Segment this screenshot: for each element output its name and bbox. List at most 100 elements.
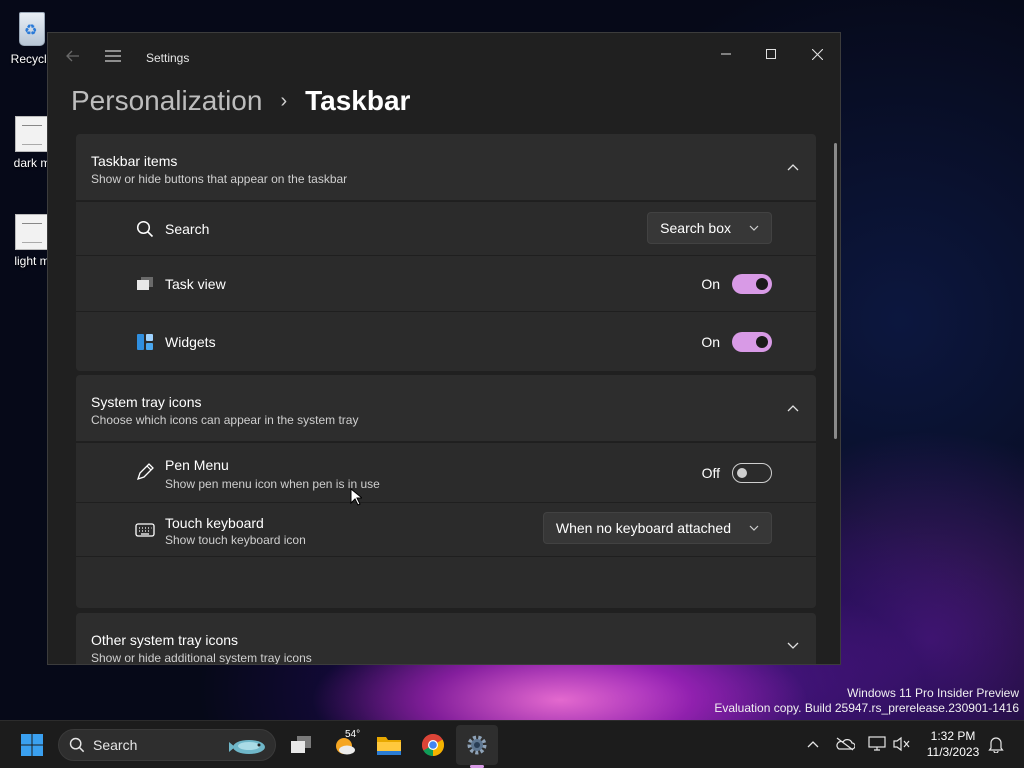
taskbar-search-box[interactable]: Search bbox=[58, 729, 276, 761]
back-arrow-icon bbox=[66, 50, 79, 62]
dropdown-value: When no keyboard attached bbox=[555, 520, 731, 536]
section-title: Other system tray icons bbox=[91, 632, 239, 648]
setting-label: Touch keyboard bbox=[165, 515, 264, 531]
navigation-menu-button[interactable] bbox=[100, 43, 126, 69]
setting-row-widgets: Widgets On bbox=[76, 311, 816, 371]
breadcrumb-parent[interactable]: Personalization bbox=[71, 85, 262, 117]
title-bar[interactable]: Settings bbox=[48, 33, 840, 81]
touch-keyboard-dropdown[interactable]: When no keyboard attached bbox=[542, 512, 772, 544]
section-taskbar-items-header[interactable]: Taskbar items Show or hide buttons that … bbox=[76, 134, 816, 200]
toggle-state-label: Off bbox=[701, 465, 720, 481]
section-description: Show or hide buttons that appear on the … bbox=[91, 172, 348, 186]
chevron-up-icon bbox=[807, 741, 819, 748]
setting-row-search: Search Search box bbox=[76, 201, 816, 255]
pen-menu-toggle[interactable] bbox=[732, 463, 772, 483]
setting-label: Pen Menu bbox=[165, 457, 229, 473]
minimize-icon bbox=[721, 53, 731, 55]
search-icon bbox=[69, 737, 85, 753]
onedrive-icon bbox=[836, 737, 855, 751]
setting-row-empty bbox=[76, 556, 816, 608]
page-title: Taskbar bbox=[305, 85, 411, 116]
setting-label: Search bbox=[165, 221, 210, 237]
volume-muted-icon bbox=[893, 736, 910, 752]
show-hidden-icons-button[interactable] bbox=[802, 733, 824, 755]
section-other-tray-header[interactable]: Other system tray icons Show or hide add… bbox=[76, 613, 816, 664]
chevron-down-icon bbox=[749, 525, 759, 531]
minimize-button[interactable] bbox=[704, 39, 748, 69]
chevron-up-icon bbox=[787, 164, 799, 171]
settings-content: Taskbar items Show or hide buttons that … bbox=[76, 134, 816, 664]
task-view-toggle-group: On bbox=[698, 274, 772, 294]
image-file-icon bbox=[15, 214, 49, 250]
chevron-down-icon bbox=[749, 225, 759, 231]
watermark-line: Evaluation copy. Build 25947.rs_prerelea… bbox=[714, 701, 1019, 715]
setting-label: Task view bbox=[165, 276, 226, 292]
collapse-section-button[interactable] bbox=[782, 156, 804, 178]
task-view-icon bbox=[134, 273, 156, 295]
search-placeholder: Search bbox=[93, 737, 138, 753]
hamburger-icon bbox=[105, 50, 121, 62]
app-title: Settings bbox=[146, 51, 190, 65]
maximize-icon bbox=[766, 49, 776, 59]
vertical-scrollbar[interactable] bbox=[834, 143, 837, 439]
chrome-button[interactable] bbox=[415, 727, 451, 763]
pen-menu-toggle-group: Off bbox=[698, 463, 772, 483]
search-icon bbox=[134, 218, 156, 240]
pen-icon bbox=[134, 461, 156, 483]
close-button[interactable] bbox=[795, 39, 839, 69]
windows-watermark: Windows 11 Pro Insider Preview Evaluatio… bbox=[714, 686, 1019, 716]
widgets-toggle-group: On bbox=[698, 332, 772, 352]
toggle-state-label: On bbox=[701, 334, 720, 350]
notification-icon bbox=[988, 737, 1004, 753]
search-mode-dropdown[interactable]: Search box bbox=[647, 212, 772, 244]
dropdown-value: Search box bbox=[660, 220, 731, 236]
onedrive-tray-button[interactable] bbox=[834, 733, 856, 755]
recycle-bin-icon: ♻ bbox=[13, 8, 51, 48]
section-system-tray-header[interactable]: System tray icons Choose which icons can… bbox=[76, 375, 816, 441]
settings-icon bbox=[467, 735, 487, 755]
section-title: System tray icons bbox=[91, 394, 202, 410]
task-view-toggle[interactable] bbox=[732, 274, 772, 294]
clock-date: 11/3/2023 bbox=[926, 745, 980, 759]
setting-label: Widgets bbox=[165, 334, 216, 350]
back-button[interactable] bbox=[60, 43, 86, 69]
settings-window: Settings Personalization › Taskbar Taskb… bbox=[47, 32, 841, 665]
watermark-line: Windows 11 Pro Insider Preview bbox=[847, 686, 1019, 700]
setting-row-touch-keyboard: Touch keyboard Show touch keyboard icon … bbox=[76, 502, 816, 556]
task-view-icon bbox=[291, 736, 311, 753]
collapse-section-button[interactable] bbox=[782, 397, 804, 419]
taskbar-clock[interactable]: 1:32 PM 11/3/2023 bbox=[918, 728, 988, 760]
close-icon bbox=[811, 48, 823, 60]
chrome-icon bbox=[422, 734, 444, 756]
setting-sublabel: Show pen menu icon when pen is in use bbox=[165, 477, 380, 491]
section-description: Choose which icons can appear in the sys… bbox=[91, 413, 359, 427]
maximize-button[interactable] bbox=[749, 39, 793, 69]
network-tray-button[interactable] bbox=[866, 733, 888, 755]
file-explorer-button[interactable] bbox=[371, 727, 407, 763]
taskbar: Search 54° 1:32 PM 11/3/2023 bbox=[0, 720, 1024, 768]
weather-temperature: 54° bbox=[345, 729, 361, 740]
keyboard-icon bbox=[134, 519, 156, 541]
settings-app-button[interactable] bbox=[459, 727, 495, 763]
notification-center-button[interactable] bbox=[985, 733, 1007, 755]
task-view-button[interactable] bbox=[283, 727, 319, 763]
setting-row-pen-menu: Pen Menu Show pen menu icon when pen is … bbox=[76, 442, 816, 502]
windows-logo-icon bbox=[21, 734, 43, 756]
search-highlight-icon bbox=[225, 734, 269, 758]
section-title: Taskbar items bbox=[91, 153, 178, 169]
widgets-icon bbox=[134, 331, 156, 353]
image-file-icon bbox=[15, 116, 49, 152]
start-button[interactable] bbox=[14, 727, 50, 763]
clock-time: 1:32 PM bbox=[930, 729, 976, 743]
chevron-down-icon bbox=[787, 642, 799, 649]
toggle-state-label: On bbox=[701, 276, 720, 292]
expand-section-button[interactable] bbox=[782, 635, 804, 657]
setting-row-task-view: Task view On bbox=[76, 255, 816, 311]
volume-tray-button[interactable] bbox=[891, 733, 913, 755]
breadcrumb-separator: › bbox=[280, 89, 288, 112]
setting-sublabel: Show touch keyboard icon bbox=[165, 533, 306, 547]
breadcrumb: Personalization › Taskbar bbox=[71, 81, 410, 121]
file-explorer-icon bbox=[377, 737, 401, 755]
widgets-toggle[interactable] bbox=[732, 332, 772, 352]
mouse-cursor-icon bbox=[350, 487, 364, 511]
